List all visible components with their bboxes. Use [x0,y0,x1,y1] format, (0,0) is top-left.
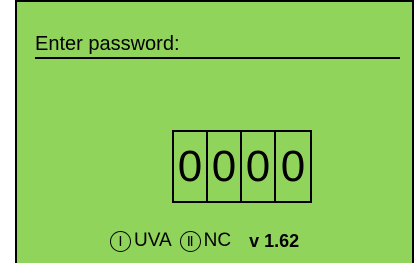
status-footer: Ⅰ UVA Ⅱ NC v 1.62 [110,227,299,255]
lcd-screen: Enter password: 0 0 0 0 Ⅰ UVA Ⅱ NC v 1.6… [15,0,414,263]
mode-one-icon: Ⅰ [110,230,131,252]
password-digit-1[interactable]: 0 [174,132,208,201]
password-digit-4[interactable]: 0 [276,132,310,201]
password-prompt-title: Enter password: [35,33,180,55]
password-digit-2[interactable]: 0 [208,132,242,201]
password-digit-3[interactable]: 0 [242,132,276,201]
version-label: v 1.62 [249,230,300,251]
title-underline [35,57,400,59]
mode-two-icon: Ⅱ [179,230,201,252]
mode-one-label: UVA [134,230,172,251]
password-digit-field[interactable]: 0 0 0 0 [172,130,312,203]
mode-two-label: NC [203,230,232,251]
